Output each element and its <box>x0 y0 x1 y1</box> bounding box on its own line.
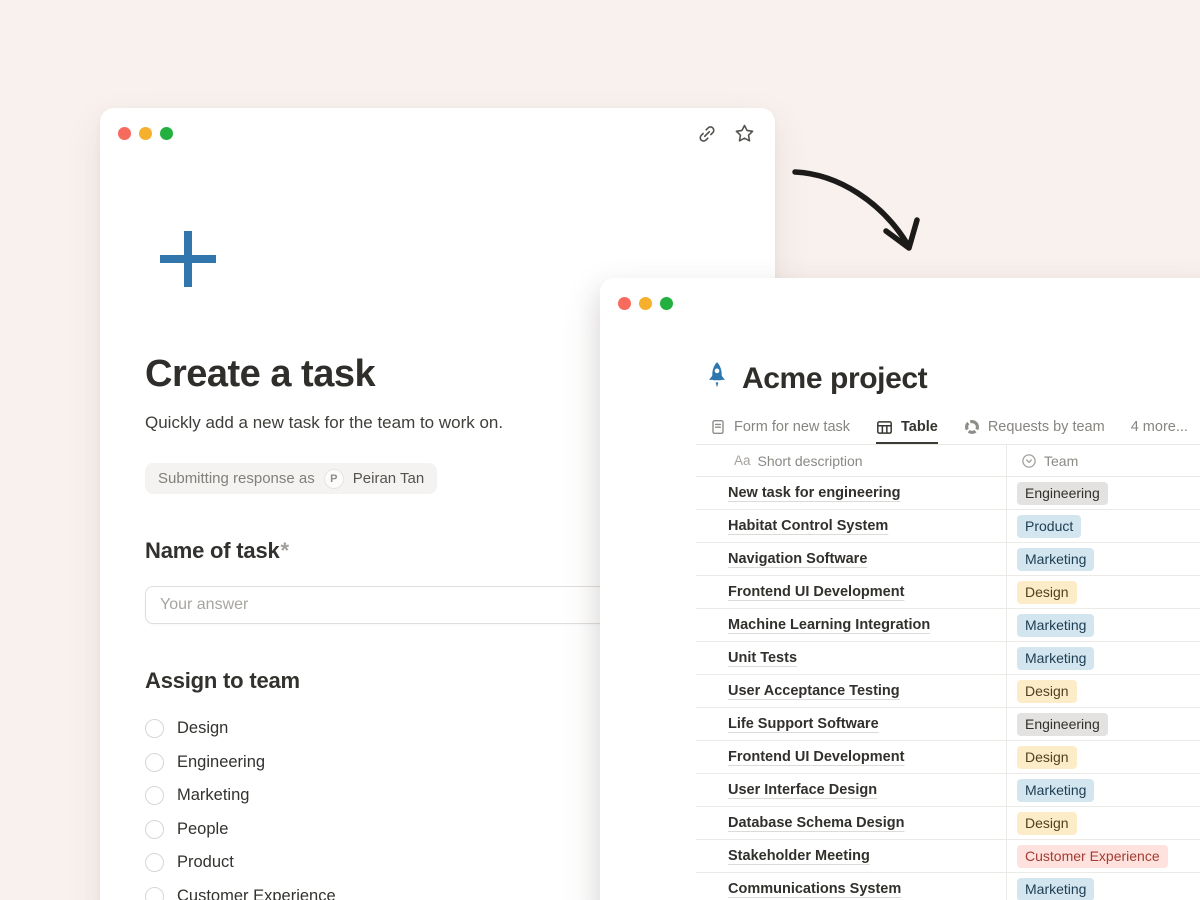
short-description-cell[interactable]: User Acceptance Testing <box>696 675 1007 707</box>
tab-more-views[interactable]: 4 more... <box>1131 419 1188 444</box>
database-window-titlebar <box>600 278 1200 314</box>
team-tag: Design <box>1017 812 1077 835</box>
radio-button[interactable] <box>145 887 164 900</box>
column-header-team[interactable]: Team <box>1007 445 1200 476</box>
hand-drawn-arrow <box>780 150 940 275</box>
form-window-titlebar <box>100 108 775 144</box>
rocket-icon <box>704 361 730 396</box>
table-row: User Acceptance Testing Design <box>696 675 1200 708</box>
favorite-star-icon[interactable] <box>734 123 755 144</box>
table-row: Database Schema Design Design <box>696 807 1200 840</box>
table-row: Frontend UI Development Design <box>696 741 1200 774</box>
team-tag: Marketing <box>1017 548 1094 571</box>
short-description-cell[interactable]: Database Schema Design <box>696 807 1007 839</box>
table-row: Life Support Software Engineering <box>696 708 1200 741</box>
team-cell[interactable]: Marketing <box>1007 873 1200 900</box>
team-cell[interactable]: Engineering <box>1007 477 1200 509</box>
radio-button[interactable] <box>145 820 164 839</box>
team-tag: Design <box>1017 746 1077 769</box>
short-description-cell[interactable]: Machine Learning Integration <box>696 609 1007 641</box>
team-tag: Design <box>1017 680 1077 703</box>
team-cell[interactable]: Design <box>1007 675 1200 707</box>
zoom-button[interactable] <box>660 297 673 310</box>
table-row: Navigation Software Marketing <box>696 543 1200 576</box>
view-tabs: Form for new task Table Requests by team… <box>600 413 1200 444</box>
window-controls <box>118 127 173 140</box>
short-description-cell[interactable]: Stakeholder Meeting <box>696 840 1007 872</box>
team-cell[interactable]: Customer Experience <box>1007 840 1200 872</box>
close-button[interactable] <box>618 297 631 310</box>
table-header-row: Aa Short description Team <box>696 444 1200 477</box>
team-tag: Customer Experience <box>1017 845 1168 868</box>
team-tag: Design <box>1017 581 1077 604</box>
team-cell[interactable]: Marketing <box>1007 609 1200 641</box>
submitting-as-chip: Submitting response as P Peiran Tan <box>145 463 437 494</box>
short-description-cell[interactable]: Communications System <box>696 873 1007 900</box>
avatar: P <box>324 469 344 489</box>
team-cell[interactable]: Engineering <box>1007 708 1200 740</box>
team-cell[interactable]: Marketing <box>1007 543 1200 575</box>
database-title: Acme project <box>742 362 927 396</box>
short-description-cell[interactable]: Life Support Software <box>696 708 1007 740</box>
team-cell[interactable]: Product <box>1007 510 1200 542</box>
radio-button[interactable] <box>145 786 164 805</box>
submitting-user-name: Peiran Tan <box>353 470 424 487</box>
team-cell[interactable]: Marketing <box>1007 774 1200 806</box>
submitting-as-label: Submitting response as <box>158 470 315 487</box>
radio-button[interactable] <box>145 719 164 738</box>
table-row: User Interface Design Marketing <box>696 774 1200 807</box>
required-asterisk: * <box>281 538 289 563</box>
table-body: New task for engineering Engineering Hab… <box>696 477 1200 900</box>
minimize-button[interactable] <box>139 127 152 140</box>
team-tag: Product <box>1017 515 1081 538</box>
page-background: Create a task Quickly add a new task for… <box>0 0 1200 900</box>
table-row: Machine Learning Integration Marketing <box>696 609 1200 642</box>
short-description-cell[interactable]: New task for engineering <box>696 477 1007 509</box>
team-tag: Engineering <box>1017 482 1108 505</box>
table-row: Unit Tests Marketing <box>696 642 1200 675</box>
close-button[interactable] <box>118 127 131 140</box>
short-description-cell[interactable]: Habitat Control System <box>696 510 1007 542</box>
team-cell[interactable]: Design <box>1007 807 1200 839</box>
team-tag: Marketing <box>1017 647 1094 670</box>
short-description-cell[interactable]: User Interface Design <box>696 774 1007 806</box>
short-description-cell[interactable]: Frontend UI Development <box>696 576 1007 608</box>
short-description-cell[interactable]: Navigation Software <box>696 543 1007 575</box>
team-cell[interactable]: Marketing <box>1007 642 1200 674</box>
zoom-button[interactable] <box>160 127 173 140</box>
link-icon[interactable] <box>697 124 717 144</box>
table-row: Communications System Marketing <box>696 873 1200 900</box>
table-row: Frontend UI Development Design <box>696 576 1200 609</box>
team-cell[interactable]: Design <box>1007 741 1200 773</box>
database-window: Acme project Form for new task Table <box>600 278 1200 900</box>
tab-form-for-new-task[interactable]: Form for new task <box>710 419 850 444</box>
team-tag: Marketing <box>1017 779 1094 802</box>
table-row: Stakeholder Meeting Customer Experience <box>696 840 1200 873</box>
team-cell[interactable]: Design <box>1007 576 1200 608</box>
tab-table[interactable]: Table <box>876 419 938 445</box>
column-header-short-description[interactable]: Aa Short description <box>696 445 1007 476</box>
table-row: New task for engineering Engineering <box>696 477 1200 510</box>
minimize-button[interactable] <box>639 297 652 310</box>
short-description-cell[interactable]: Frontend UI Development <box>696 741 1007 773</box>
radio-button[interactable] <box>145 753 164 772</box>
text-property-icon: Aa <box>734 453 751 468</box>
window-controls <box>618 297 673 310</box>
table-row: Habitat Control System Product <box>696 510 1200 543</box>
team-tag: Marketing <box>1017 878 1094 900</box>
database-table: Aa Short description Team New task for e… <box>696 444 1200 900</box>
radio-button[interactable] <box>145 853 164 872</box>
team-tag: Engineering <box>1017 713 1108 736</box>
select-property-icon <box>1021 453 1037 469</box>
tab-requests-by-team[interactable]: Requests by team <box>964 419 1105 444</box>
short-description-cell[interactable]: Unit Tests <box>696 642 1007 674</box>
team-tag: Marketing <box>1017 614 1094 637</box>
